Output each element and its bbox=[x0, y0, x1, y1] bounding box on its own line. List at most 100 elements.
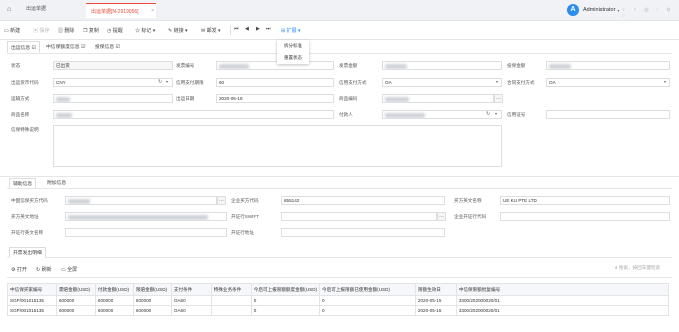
tab-shipping-detail[interactable]: 出运单据[N-2919056] × bbox=[86, 3, 156, 18]
bank-code-label: 企业开证行代码 bbox=[454, 214, 487, 219]
table-cell: 600000 bbox=[55, 295, 96, 306]
delete-button[interactable]: ▥ 删除 bbox=[58, 27, 74, 34]
mail-button[interactable]: ✉ 邮发 ▾ bbox=[201, 27, 221, 34]
pay-method-select[interactable]: OA bbox=[382, 78, 502, 87]
remind-button[interactable]: ◷ 提醒 bbox=[107, 27, 123, 34]
chevron-down-icon[interactable]: ▾ bbox=[664, 79, 666, 84]
divider bbox=[7, 277, 672, 278]
fullscreen-button[interactable]: ▭ 全屏 bbox=[61, 266, 77, 273]
lookup-button[interactable]: … bbox=[494, 94, 503, 103]
tab-extra-info[interactable]: 附加信息 bbox=[47, 179, 66, 186]
chevron-down-icon[interactable]: ▾ bbox=[496, 79, 498, 84]
chevron-down-icon[interactable]: ▾ bbox=[495, 111, 497, 116]
table-cell: SGP/001015135 bbox=[7, 305, 57, 316]
blurred-value bbox=[385, 97, 409, 102]
bank-swift-field[interactable] bbox=[281, 212, 437, 221]
buyer-code2-field[interactable]: 855142 bbox=[281, 196, 445, 205]
column-header[interactable]: 特殊业务条件 bbox=[210, 283, 252, 296]
tab-credit-limit-info[interactable]: 中信保额度信息 ☑ bbox=[46, 43, 85, 53]
copy-button[interactable]: ❐ 复制 bbox=[83, 27, 99, 34]
buyer-code-label: 中国信保买方代码 bbox=[11, 198, 48, 203]
new-button[interactable]: ▭ 新建 bbox=[4, 27, 20, 34]
column-header[interactable]: 支付条件 bbox=[170, 283, 212, 296]
blurred-value bbox=[68, 199, 90, 204]
tab-invoice-detail[interactable]: 开票发出明细 bbox=[9, 247, 46, 258]
open-button[interactable]: ⚙ 打开 bbox=[11, 266, 27, 273]
column-header[interactable]: 今后可上报限额已使用金额(USD) bbox=[319, 283, 416, 296]
currency-select[interactable]: CNY bbox=[53, 78, 173, 87]
payer-select[interactable] bbox=[382, 110, 502, 119]
table-cell: 0 bbox=[250, 305, 321, 316]
home-icon[interactable]: ⌂ bbox=[7, 6, 11, 13]
ship-date-label: 出运日期 bbox=[176, 96, 195, 101]
last-record-button[interactable]: ⏭ bbox=[266, 26, 271, 32]
credit-no-field[interactable] bbox=[546, 110, 670, 119]
grid-search-input[interactable]: ⌕ 搜索，按回车键检索 bbox=[613, 264, 670, 273]
buyer-addr-field[interactable] bbox=[65, 212, 227, 221]
refresh-icon[interactable]: ↻ bbox=[486, 111, 490, 117]
tab-shipping-list[interactable]: 出运单据 bbox=[26, 5, 46, 12]
first-record-button[interactable]: ⏮ bbox=[234, 26, 239, 32]
tab-insurance-info[interactable]: 投保信息 ☑ bbox=[95, 43, 120, 53]
lookup-button[interactable]: … bbox=[437, 212, 446, 221]
menu-item-split-standard[interactable]: 拆分标准 bbox=[277, 40, 309, 52]
blurred-value bbox=[385, 64, 407, 69]
invoice-no-field[interactable] bbox=[216, 61, 334, 70]
goods-name-field[interactable] bbox=[53, 110, 334, 119]
tab-shipping-info[interactable]: 出运信息 ☑ bbox=[7, 41, 40, 53]
detail-table: 中信保买家编号 需赔金额(USD) 付款金额(USD) 限赔金额(USD) 支付… bbox=[7, 283, 670, 316]
lookup-button[interactable]: … bbox=[217, 196, 226, 205]
column-header[interactable]: 付款金额(USD) bbox=[94, 283, 134, 296]
credit-days-field[interactable]: 60 bbox=[216, 78, 334, 87]
table-cell: OA60 bbox=[170, 305, 212, 316]
refresh-icon[interactable]: ↻ bbox=[158, 79, 162, 85]
buyer-addr-label: 买方英文地址 bbox=[11, 214, 39, 219]
column-header[interactable]: 限赔金额(USD) bbox=[132, 283, 172, 296]
insured-amount-label: 投保金额 bbox=[507, 63, 526, 68]
table-cell: 2020-05-15 bbox=[414, 305, 457, 316]
buyer-name-field[interactable]: UE KU PTE LTD bbox=[500, 196, 670, 205]
status-label: 状态 bbox=[11, 63, 21, 68]
ship-date-field[interactable]: 2020-05-18 bbox=[216, 94, 334, 103]
link-button[interactable]: ✎ 链接 ▾ bbox=[168, 27, 188, 34]
table-row[interactable]: SGP/001015135 600000 600000 600000 OA60 … bbox=[7, 305, 670, 316]
column-header[interactable]: 中信保限额批复编号 bbox=[455, 283, 670, 296]
table-cell: 600000 bbox=[132, 305, 172, 316]
next-record-button[interactable]: ▶ bbox=[256, 26, 260, 32]
table-cell: 2020-05-15 bbox=[414, 295, 457, 306]
invoice-amount-label: 发票金额 bbox=[339, 63, 358, 68]
column-header[interactable]: 今后可上报限额额度金额(USD) bbox=[250, 283, 321, 296]
bank-code-field[interactable] bbox=[500, 212, 670, 221]
blurred-value bbox=[56, 113, 72, 118]
tab-shipping-detail-label: 出运单据[N-2919056] bbox=[91, 9, 139, 15]
chevron-down-icon: ▾ bbox=[296, 28, 301, 34]
transport-label: 运输方式 bbox=[11, 96, 30, 101]
user-menu[interactable]: A Administrator ▾ bbox=[567, 4, 619, 16]
close-icon[interactable]: × bbox=[151, 8, 154, 14]
credit-days-label: 信用支付期限 bbox=[176, 80, 204, 85]
insured-amount-field[interactable] bbox=[546, 61, 670, 70]
prev-record-button[interactable]: ◀ bbox=[245, 26, 249, 32]
save-button[interactable]: ▣ 保存 bbox=[33, 27, 49, 34]
bank-name-field[interactable] bbox=[65, 228, 227, 237]
remarks-textarea[interactable] bbox=[53, 125, 502, 167]
extend-button[interactable]: ⊞ 扩展 ▾ bbox=[281, 27, 301, 34]
transport-field[interactable] bbox=[53, 94, 173, 103]
contract-pay-select[interactable]: OA bbox=[546, 78, 670, 87]
column-header[interactable]: 限额生效日 bbox=[414, 283, 457, 296]
column-header[interactable]: 需赔金额(USD) bbox=[55, 283, 96, 296]
blurred-value bbox=[219, 64, 249, 69]
invoice-amount-field[interactable] bbox=[382, 61, 502, 70]
buyer-code-field[interactable] bbox=[65, 196, 217, 205]
table-row[interactable]: SGP/001015135 600000 600000 600000 OA60 … bbox=[7, 295, 670, 306]
header-tool-icons[interactable]: ♀ ♀ ◎ ◌ ⊙ ◌ bbox=[622, 7, 679, 19]
tag-button[interactable]: ☆ 标记 ▾ bbox=[135, 27, 155, 34]
user-name: Administrator bbox=[583, 7, 616, 13]
refresh-button[interactable]: ↻ 刷新 bbox=[36, 266, 52, 273]
table-cell: 3300/202000020/01 bbox=[455, 295, 670, 306]
menu-item-reset-status[interactable]: 重置状态 bbox=[277, 52, 309, 64]
chevron-down-icon[interactable]: ▾ bbox=[166, 79, 168, 84]
hs-code-field[interactable] bbox=[382, 94, 494, 103]
bank-addr-field[interactable] bbox=[281, 228, 445, 237]
column-header[interactable]: 中信保买家编号 bbox=[7, 283, 57, 296]
